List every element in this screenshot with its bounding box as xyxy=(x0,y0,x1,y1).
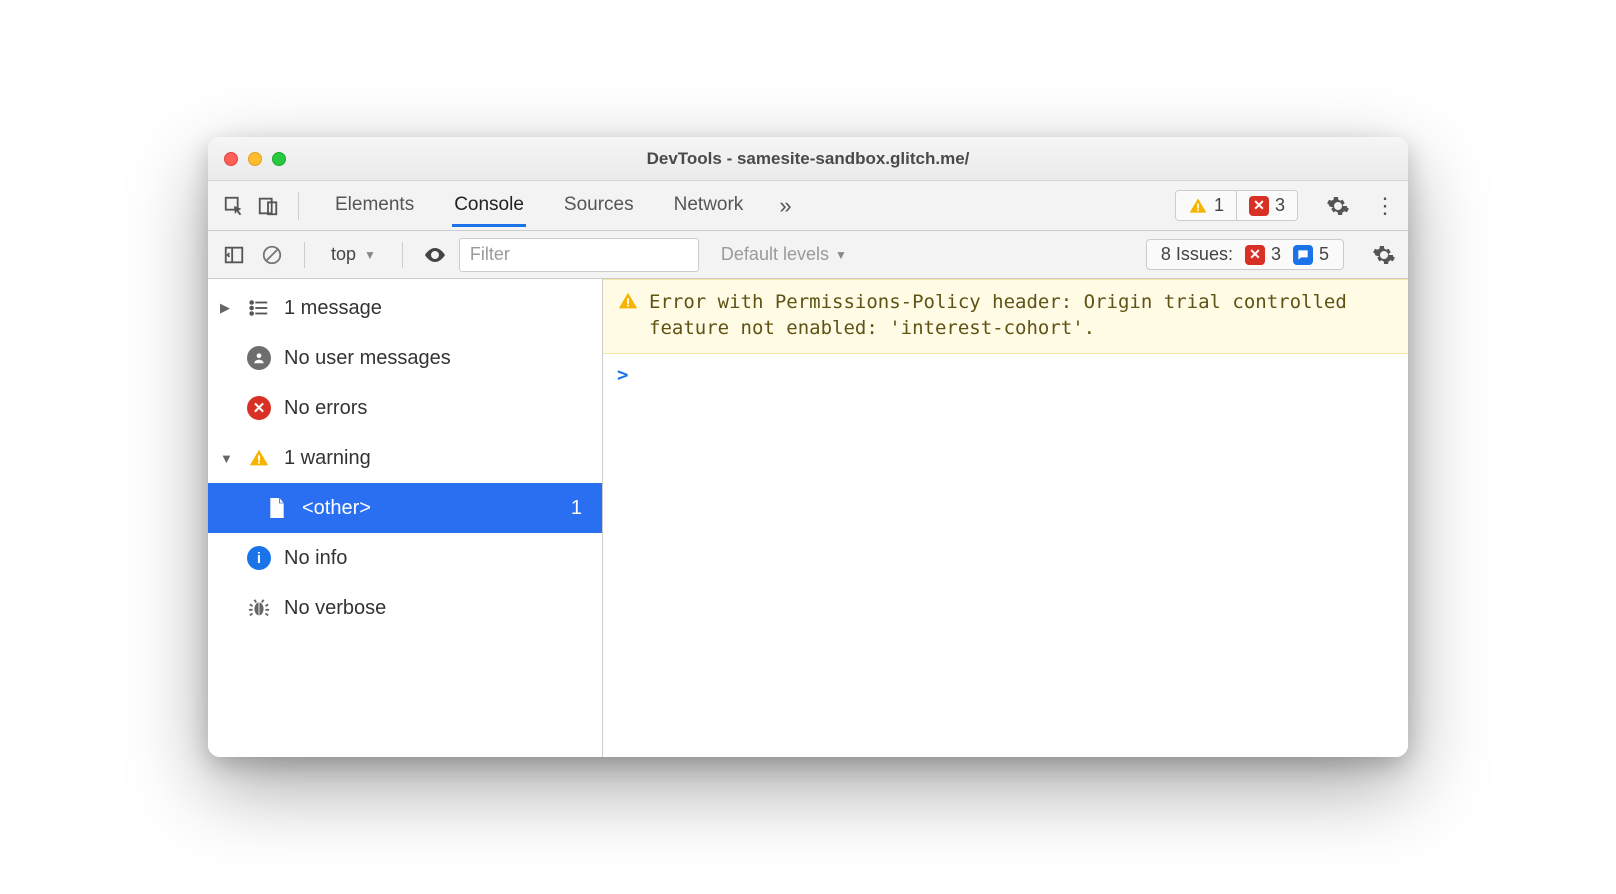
sidebar-count: 1 xyxy=(571,497,582,520)
issues-label: 8 Issues: xyxy=(1161,244,1233,265)
sidebar-label: No errors xyxy=(284,397,367,420)
console-sidebar: 1 message No user messages ✕ No errors xyxy=(208,279,603,757)
window-title: DevTools - samesite-sandbox.glitch.me/ xyxy=(208,149,1408,169)
toggle-sidebar-icon[interactable] xyxy=(220,241,248,269)
message-text: Error with Permissions-Policy header: Or… xyxy=(649,290,1394,341)
warnings-count: 1 xyxy=(1214,195,1224,216)
devtools-window: DevTools - samesite-sandbox.glitch.me/ E… xyxy=(208,137,1408,757)
file-icon xyxy=(264,496,290,520)
console-toolbar: top ▼ Default levels ▼ 8 Issues: ✕ 3 5 xyxy=(208,231,1408,279)
sidebar-label: 1 warning xyxy=(284,447,371,470)
tab-elements[interactable]: Elements xyxy=(333,184,416,227)
info-icon: i xyxy=(246,546,272,570)
error-icon: ✕ xyxy=(1249,196,1269,216)
disclosure-icon xyxy=(220,451,234,466)
separator xyxy=(298,192,299,220)
panel-tabs: Elements Console Sources Network xyxy=(333,184,745,227)
sidebar-info[interactable]: i No info xyxy=(208,533,602,583)
inspect-element-icon[interactable] xyxy=(220,192,248,220)
tab-network[interactable]: Network xyxy=(672,184,746,227)
sidebar-warnings[interactable]: 1 warning xyxy=(208,433,602,483)
filter-input[interactable] xyxy=(459,238,699,272)
errors-badge[interactable]: ✕ 3 xyxy=(1236,191,1297,220)
context-label: top xyxy=(331,244,356,265)
errors-count: 3 xyxy=(1275,195,1285,216)
issues-button[interactable]: 8 Issues: ✕ 3 5 xyxy=(1146,239,1344,270)
chevron-down-icon: ▼ xyxy=(364,248,376,262)
sidebar-errors[interactable]: ✕ No errors xyxy=(208,383,602,433)
device-toolbar-icon[interactable] xyxy=(254,192,282,220)
console-prompt[interactable]: > xyxy=(603,354,1408,396)
tab-console[interactable]: Console xyxy=(452,184,526,227)
error-icon: ✕ xyxy=(1245,245,1265,265)
sidebar-user-messages[interactable]: No user messages xyxy=(208,333,602,383)
bug-icon xyxy=(246,597,272,619)
sidebar-warning-other[interactable]: <other> 1 xyxy=(208,483,602,533)
context-selector[interactable]: top ▼ xyxy=(323,242,384,267)
warning-icon xyxy=(246,447,272,469)
titlebar: DevTools - samesite-sandbox.glitch.me/ xyxy=(208,137,1408,181)
levels-label: Default levels xyxy=(721,244,829,265)
user-icon xyxy=(246,346,272,370)
console-settings-icon[interactable] xyxy=(1372,243,1396,267)
issues-info-count: 5 xyxy=(1319,244,1329,265)
sidebar-label: No user messages xyxy=(284,347,451,370)
live-expression-icon[interactable] xyxy=(421,241,449,269)
status-badges[interactable]: 1 ✕ 3 xyxy=(1175,190,1298,221)
clear-console-icon[interactable] xyxy=(258,241,286,269)
sidebar-messages[interactable]: 1 message xyxy=(208,283,602,333)
sidebar-label: No info xyxy=(284,547,347,570)
log-levels-selector[interactable]: Default levels ▼ xyxy=(721,244,847,265)
console-body: 1 message No user messages ✕ No errors xyxy=(208,279,1408,757)
disclosure-icon xyxy=(220,300,234,316)
more-tabs-button[interactable]: » xyxy=(779,193,791,219)
settings-icon[interactable] xyxy=(1326,194,1350,218)
sidebar-label: <other> xyxy=(302,497,371,520)
sidebar-label: 1 message xyxy=(284,297,382,320)
error-icon: ✕ xyxy=(246,396,272,420)
warning-icon xyxy=(1188,196,1208,216)
kebab-menu-icon[interactable]: ⋮ xyxy=(1374,193,1396,219)
message-icon xyxy=(1293,245,1313,265)
main-tabbar: Elements Console Sources Network » 1 ✕ 3… xyxy=(208,181,1408,231)
console-warning-message[interactable]: Error with Permissions-Policy header: Or… xyxy=(603,279,1408,354)
warning-icon xyxy=(617,290,639,341)
console-output: Error with Permissions-Policy header: Or… xyxy=(603,279,1408,757)
issues-error-count: 3 xyxy=(1271,244,1281,265)
list-icon xyxy=(246,297,272,319)
sidebar-label: No verbose xyxy=(284,597,386,620)
sidebar-verbose[interactable]: No verbose xyxy=(208,583,602,633)
prompt-caret: > xyxy=(617,364,628,386)
warnings-badge[interactable]: 1 xyxy=(1176,191,1236,220)
tab-sources[interactable]: Sources xyxy=(562,184,636,227)
chevron-down-icon: ▼ xyxy=(835,248,847,262)
